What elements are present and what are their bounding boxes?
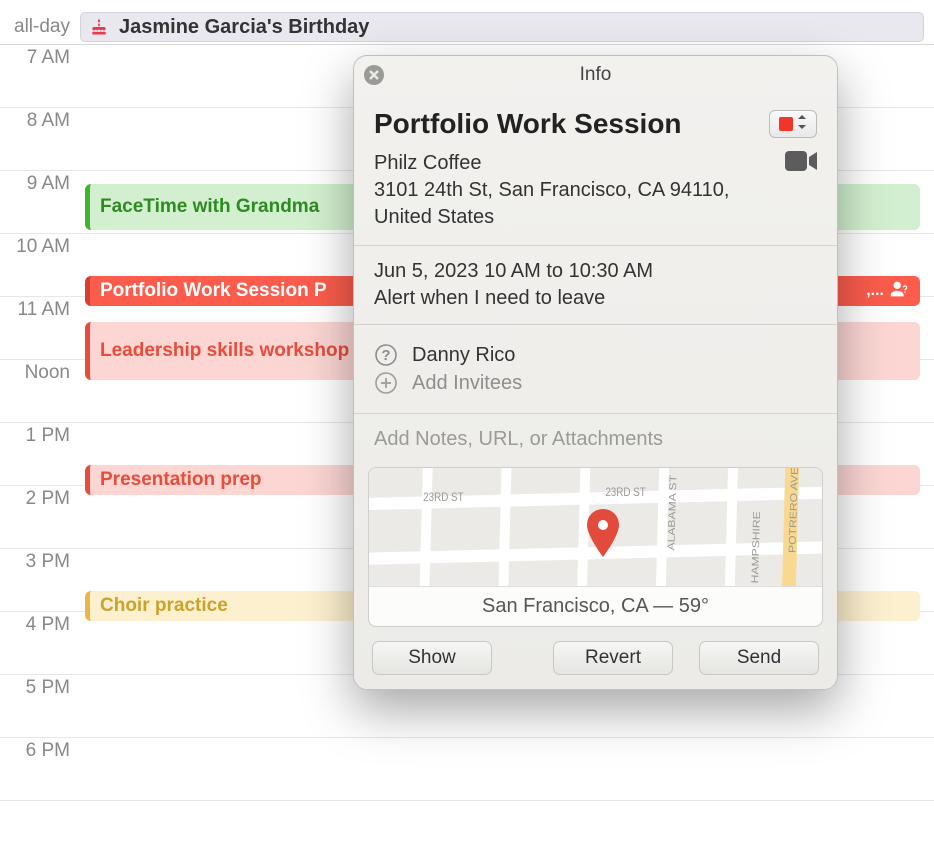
hour-label: 7 AM (0, 45, 80, 107)
hour-label: 9 AM (0, 171, 80, 233)
invitee-row[interactable]: ? Danny Rico (374, 343, 817, 367)
hour-label: 4 PM (0, 612, 80, 674)
event-datetime: Jun 5, 2023 10 AM to 10:30 AM (374, 260, 817, 283)
hour-label: 3 PM (0, 549, 80, 611)
invitee-pending-icon (888, 278, 910, 305)
add-invitee-row[interactable]: Add Invitees (374, 371, 817, 395)
hour-label: 1 PM (0, 423, 80, 485)
svg-text:ALABAMA ST: ALABAMA ST (666, 475, 679, 551)
notes-placeholder: Add Notes, URL, or Attachments (374, 428, 817, 461)
svg-text:HAMPSHIRE: HAMPSHIRE (750, 511, 763, 584)
hour-label: 8 AM (0, 108, 80, 170)
popover-button-row: Show Revert Send (354, 627, 837, 689)
event-title-suffix: P (314, 280, 327, 302)
calendar-color-picker[interactable] (769, 110, 817, 138)
map-preview[interactable]: 23RD ST 23RD ST 25TH ST ALABAMA ST POTRE… (368, 467, 823, 627)
event-info-popover: Info Portfolio Work Session Philz Coffee… (353, 55, 838, 690)
all-day-row: all-day Jasmine Garcia's Birthday (0, 0, 934, 45)
all-day-event[interactable]: Jasmine Garcia's Birthday (80, 12, 924, 42)
event-title: FaceTime with Grandma (100, 196, 319, 218)
hour-label: 10 AM (0, 234, 80, 296)
hour-label: 11 AM (0, 297, 80, 359)
map-container: 23RD ST 23RD ST 25TH ST ALABAMA ST POTRE… (354, 467, 837, 627)
send-button[interactable]: Send (699, 641, 819, 675)
map-caption: San Francisco, CA — 59° (369, 586, 822, 626)
chevron-up-down-icon (797, 115, 807, 134)
close-button[interactable] (364, 65, 384, 85)
location-name: Philz Coffee (374, 150, 765, 177)
event-title: Choir practice (100, 595, 228, 617)
hour-label: 6 PM (0, 738, 80, 800)
birthday-icon (89, 17, 109, 37)
svg-text:23RD ST: 23RD ST (605, 486, 646, 499)
popover-notes-section[interactable]: Add Notes, URL, or Attachments (354, 414, 837, 467)
popover-time-section[interactable]: Jun 5, 2023 10 AM to 10:30 AM Alert when… (354, 246, 837, 325)
popover-title: Info (580, 64, 612, 86)
svg-text:?: ? (381, 347, 390, 364)
map-pin-icon (586, 509, 620, 557)
event-title: Portfolio Work Session (100, 280, 309, 302)
all-day-label: all-day (0, 16, 80, 38)
location-address: 3101 24th St, San Francisco, CA 94110, U… (374, 177, 765, 231)
event-alert: Alert when I need to leave (374, 287, 817, 310)
popover-titlebar: Info (354, 56, 837, 94)
video-call-icon[interactable] (785, 150, 817, 177)
add-invitee-label: Add Invitees (412, 372, 522, 395)
hour-label: Noon (0, 360, 80, 422)
hour-label: 5 PM (0, 675, 80, 737)
revert-button[interactable]: Revert (553, 641, 673, 675)
popover-invitee-section: ? Danny Rico Add Invitees (354, 325, 837, 414)
event-title: Leadership skills workshop (100, 340, 349, 362)
event-location[interactable]: Philz Coffee 3101 24th St, San Francisco… (374, 150, 765, 231)
svg-text:23RD ST: 23RD ST (423, 491, 464, 504)
event-title-input[interactable]: Portfolio Work Session (374, 108, 682, 140)
color-swatch-icon (779, 117, 793, 131)
popover-header-section: Portfolio Work Session Philz Coffee 3101… (354, 94, 837, 246)
hour-label: 2 PM (0, 486, 80, 548)
event-title: Presentation prep (100, 469, 262, 491)
show-button[interactable]: Show (372, 641, 492, 675)
invitee-name: Danny Rico (412, 344, 515, 367)
all-day-event-title: Jasmine Garcia's Birthday (119, 16, 369, 39)
event-overflow: ,... (866, 282, 884, 300)
pending-status-icon: ? (374, 343, 398, 367)
plus-icon (374, 371, 398, 395)
